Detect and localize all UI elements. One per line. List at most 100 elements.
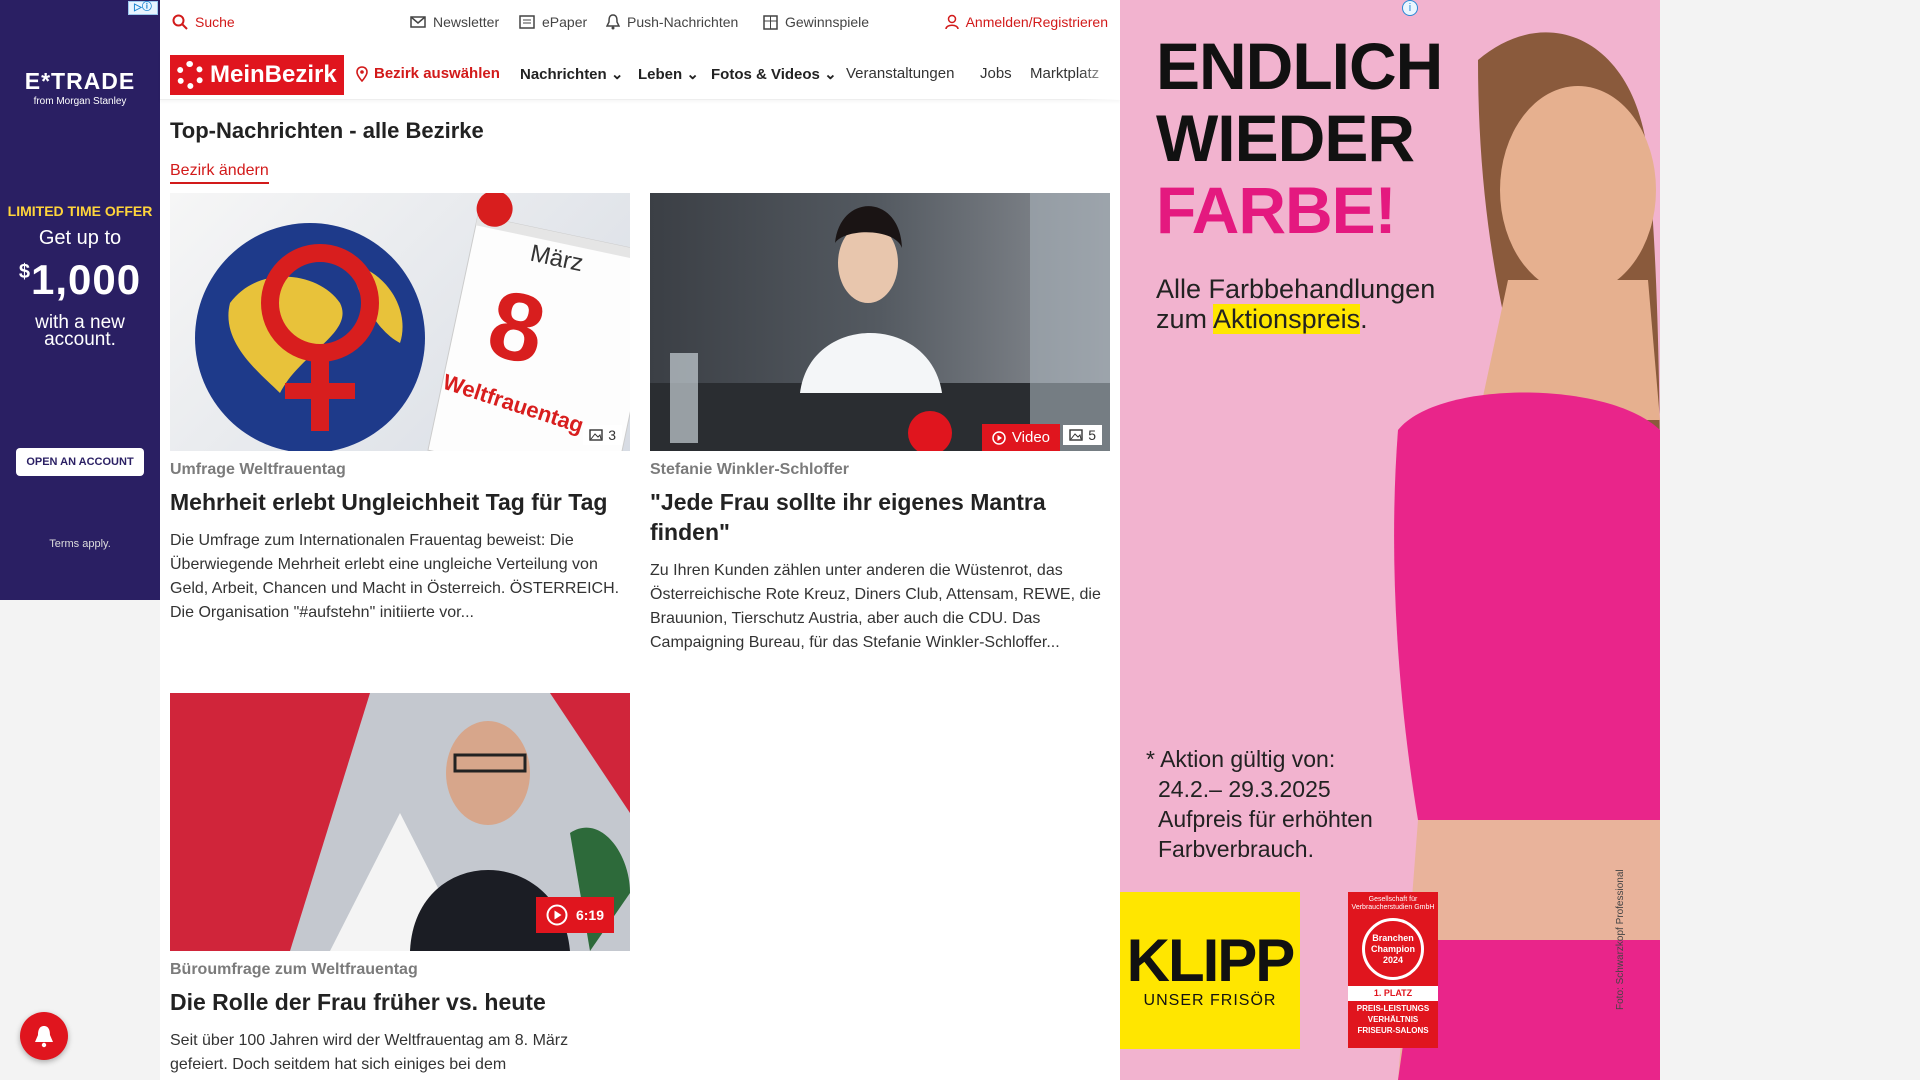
change-district-link[interactable]: Bezirk ändern (170, 162, 269, 184)
mail-icon (410, 16, 426, 28)
play-circle-icon (546, 904, 568, 926)
ad-headline-line1: ENDLICH (1156, 29, 1443, 103)
gallery-icon (1069, 429, 1083, 441)
image-count: 5 (1088, 427, 1096, 443)
nav-fade (1080, 50, 1120, 100)
user-icon (944, 14, 959, 30)
ad-subline-highlight: Aktionspreis (1213, 304, 1361, 334)
ad-amount: $1,000 (0, 256, 160, 304)
page-title: Top-Nachrichten - alle Bezirke (170, 118, 484, 143)
nav-item-fotos-videos[interactable]: Fotos & Videos ⌄ (711, 65, 837, 83)
play-circle-icon (992, 430, 1006, 445)
newspaper-icon (519, 15, 535, 29)
article-image[interactable]: 6:19 (170, 693, 630, 951)
search-label: Suche (195, 14, 235, 30)
nav-item-nachrichten[interactable]: Nachrichten ⌄ (520, 65, 623, 83)
article-kicker: Umfrage Weltfrauentag (170, 461, 346, 478)
image-count: 3 (608, 427, 616, 443)
nav-item-leben[interactable]: Leben ⌄ (638, 65, 699, 83)
video-badge[interactable]: Video (981, 424, 1060, 451)
location-pin-icon (356, 65, 368, 82)
search-link[interactable]: Suche (172, 14, 235, 30)
award-ring: Branchen Champion 2024 (1362, 918, 1424, 980)
login-label: Anmelden/Registrieren (965, 14, 1108, 30)
article-image[interactable]: März 8 Weltfrauentag 3 (170, 193, 630, 451)
newsletter-label: Newsletter (433, 14, 500, 30)
ad-headline-line3: FARBE! (1156, 173, 1397, 247)
epaper-link[interactable]: ePaper (519, 14, 587, 30)
etrade-ad[interactable]: ▷ⓘ E*TRADE from Morgan Stanley LIMITED T… (0, 0, 160, 600)
nav-label: Fotos & Videos (711, 66, 820, 83)
gallery-icon (589, 429, 603, 441)
etrade-logo: E*TRADE (24, 68, 136, 94)
notification-bell-button[interactable] (20, 1012, 68, 1060)
etrade-logo-sub: from Morgan Stanley (33, 96, 127, 107)
article-teaser: Seit über 100 Jahren wird der Weltfrauen… (170, 1032, 569, 1073)
article-card[interactable]: Video 5 Stefanie Winkler-Schloffer "Jede… (650, 193, 1110, 655)
klipp-logo: KLIPP UNSER FRISÖR (1120, 892, 1300, 1049)
search-icon (172, 14, 188, 30)
ad-headline-line2: WIEDER (1156, 101, 1415, 175)
article-headline[interactable]: Mehrheit erlebt Ungleichheit Tag für Tag (170, 487, 630, 517)
adchoices-icon[interactable]: ▷ⓘ (128, 1, 158, 15)
video-duration-badge[interactable]: 6:19 (535, 897, 614, 933)
ad-subline: Alle Farbbehandlungen zum Aktionspreis. (1156, 274, 1435, 334)
ad-get-up-to: Get up to (38, 227, 122, 249)
push-label: Push-Nachrichten (627, 14, 739, 30)
nav-item-veranstaltungen[interactable]: Veranstaltungen (846, 65, 954, 82)
push-link[interactable]: Push-Nachrichten (606, 14, 738, 30)
article-card[interactable]: 6:19 Büroumfrage zum Weltfrauentag Die R… (170, 693, 630, 1077)
award-text: PREIS-LEISTUNGS VERHÄLTNIS FRISEUR-SALON… (1356, 1004, 1430, 1035)
klipp-ad[interactable]: i ENDLICH WIEDER FARBE! Alle Farbbehandl… (1120, 0, 1660, 1080)
article-card[interactable]: März 8 Weltfrauentag 3 Umfrage Weltfraue… (170, 193, 630, 625)
bell-icon (35, 1026, 53, 1048)
award-place: 1. PLATZ (1348, 986, 1438, 1001)
chevron-down-icon: ⌄ (610, 66, 624, 83)
ad-note-3: Aufpreis für erhöhten (1158, 806, 1373, 832)
ad-note-1: * Aktion gültig von: (1146, 746, 1336, 772)
image-count-badge: 3 (583, 425, 622, 445)
ad-subline-2: zum (1156, 304, 1208, 334)
logo-gear-icon (176, 61, 204, 89)
nav-label: Leben (638, 66, 683, 83)
article-headline[interactable]: "Jede Frau sollte ihr eigenes Mantra fin… (650, 487, 1110, 547)
ad-amount-value: 1,000 (31, 256, 142, 303)
logo-text: MeinBezirk (210, 61, 337, 88)
klipp-logo-sub: UNSER FRISÖR (1143, 992, 1277, 1009)
ad-terms[interactable]: Terms apply. (0, 538, 160, 550)
ad-new-account: with a new account. (35, 312, 125, 350)
meinbezirk-logo[interactable]: MeinBezirk (170, 55, 344, 95)
interview-photo (650, 193, 1110, 451)
article-headline[interactable]: Die Rolle der Frau früher vs. heute (170, 987, 630, 1017)
article-teaser: Zu Ihren Kunden zählen unter anderen die… (650, 562, 1101, 651)
article-teaser: Die Umfrage zum Internationalen Frauenta… (170, 532, 620, 621)
epaper-label: ePaper (542, 14, 588, 30)
image-count-badge: 5 (1063, 425, 1102, 445)
award-seal: Gesellschaft für Verbraucherstudien GmbH… (1348, 892, 1438, 1048)
newsletter-link[interactable]: Newsletter (410, 14, 499, 30)
bezirk-select[interactable]: Bezirk auswählen (356, 65, 500, 82)
article-kicker: Stefanie Winkler-Schloffer (650, 461, 850, 478)
gift-icon (763, 14, 778, 30)
gewinnspiele-link[interactable]: Gewinnspiele (763, 14, 869, 30)
gewinnspiele-label: Gewinnspiele (785, 14, 870, 30)
adchoices-icon[interactable]: i (1402, 0, 1418, 16)
article-image[interactable]: Video 5 (650, 193, 1110, 451)
photo-credit: Foto: Schwarzkopf Professional (1615, 869, 1626, 1010)
chevron-down-icon: ⌄ (686, 66, 699, 83)
chevron-down-icon: ⌄ (824, 66, 837, 83)
login-link[interactable]: Anmelden/Registrieren (944, 14, 1108, 30)
ad-currency: $ (18, 261, 31, 283)
nav-item-jobs[interactable]: Jobs (980, 65, 1012, 82)
open-account-button[interactable]: OPEN AN ACCOUNT (16, 448, 144, 476)
top-utility-bar: Suche Newsletter ePaper Push-Nachrichten… (160, 0, 1120, 46)
ad-note-4: Farbverbrauch. (1158, 836, 1314, 862)
ad-headline: ENDLICH WIEDER FARBE! (1156, 29, 1443, 247)
award-top: Gesellschaft für Verbraucherstudien GmbH (1351, 896, 1435, 911)
ad-offer: LIMITED TIME OFFER (7, 203, 153, 219)
video-label: Video (1011, 429, 1050, 446)
nav-label: Nachrichten (520, 66, 607, 83)
ad-subline-end: . (1360, 304, 1368, 334)
article-kicker: Büroumfrage zum Weltfrauentag (170, 961, 418, 978)
main-column: Suche Newsletter ePaper Push-Nachrichten… (160, 0, 1120, 1080)
